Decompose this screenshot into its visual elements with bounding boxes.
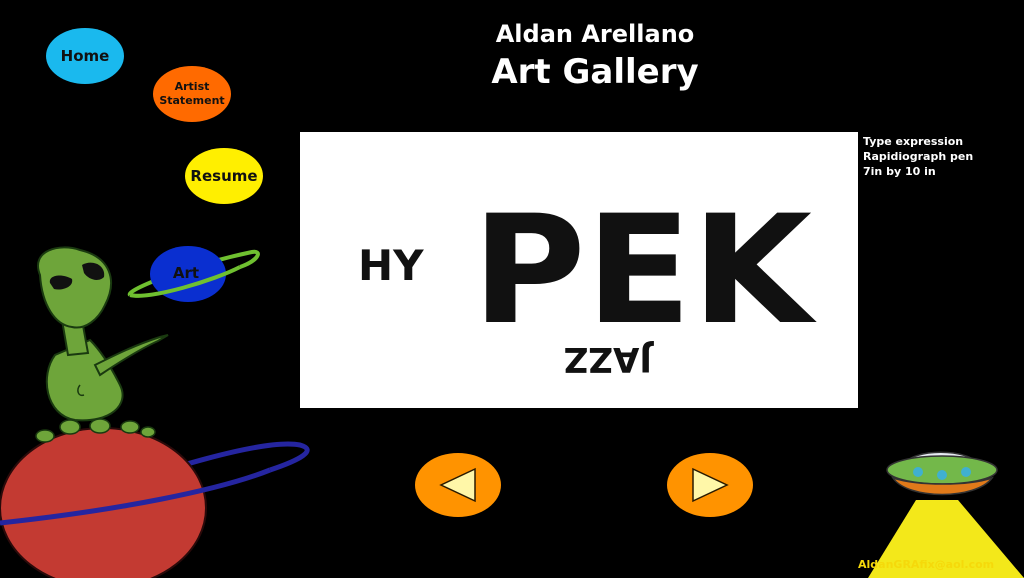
- alien-arm: [93, 334, 169, 377]
- caption-size: 7in by 10 in: [863, 165, 936, 178]
- nav-home-button[interactable]: Home: [46, 28, 124, 84]
- contact-email[interactable]: AldanGRAfix@aol.com: [858, 558, 994, 571]
- nav-artist-statement-label: Artist Statement: [159, 80, 224, 108]
- artist-name: Aldan Arellano: [495, 20, 695, 48]
- left-triangle-icon: [439, 467, 476, 503]
- artwork-text-hy: HY: [358, 241, 424, 290]
- nav-artist-statement-button[interactable]: Artist Statement: [153, 66, 231, 122]
- caption-medium: Rapidiograph pen: [863, 150, 974, 163]
- alien-planet-illustration: [0, 246, 310, 578]
- nav-resume-button[interactable]: Resume: [185, 148, 263, 204]
- artwork-drawing: HY PEK JAZZ: [358, 184, 817, 379]
- next-button[interactable]: [667, 453, 753, 517]
- previous-button[interactable]: [415, 453, 501, 517]
- artwork-image: HY PEK JAZZ: [300, 132, 858, 408]
- caption-title: Type expression: [863, 135, 964, 148]
- alien-head: [37, 246, 112, 329]
- artwork-text-pek: PEK: [472, 184, 817, 358]
- nav-home-label: Home: [60, 47, 110, 65]
- nav-resume-label: Resume: [190, 167, 258, 185]
- nav-artist-statement-line1: Artist: [174, 80, 210, 93]
- nav-artist-statement-line2: Statement: [159, 94, 225, 107]
- artwork-caption: Type expression Rapidiograph pen 7in by …: [863, 134, 973, 179]
- ufo-light-right: [961, 467, 971, 477]
- right-triangle-icon: [692, 467, 729, 503]
- red-planet-icon: [0, 427, 207, 578]
- ufo-light-left: [913, 467, 923, 477]
- ufo-light-center: [937, 470, 947, 480]
- artwork-text-jazz: JAZZ: [564, 339, 654, 379]
